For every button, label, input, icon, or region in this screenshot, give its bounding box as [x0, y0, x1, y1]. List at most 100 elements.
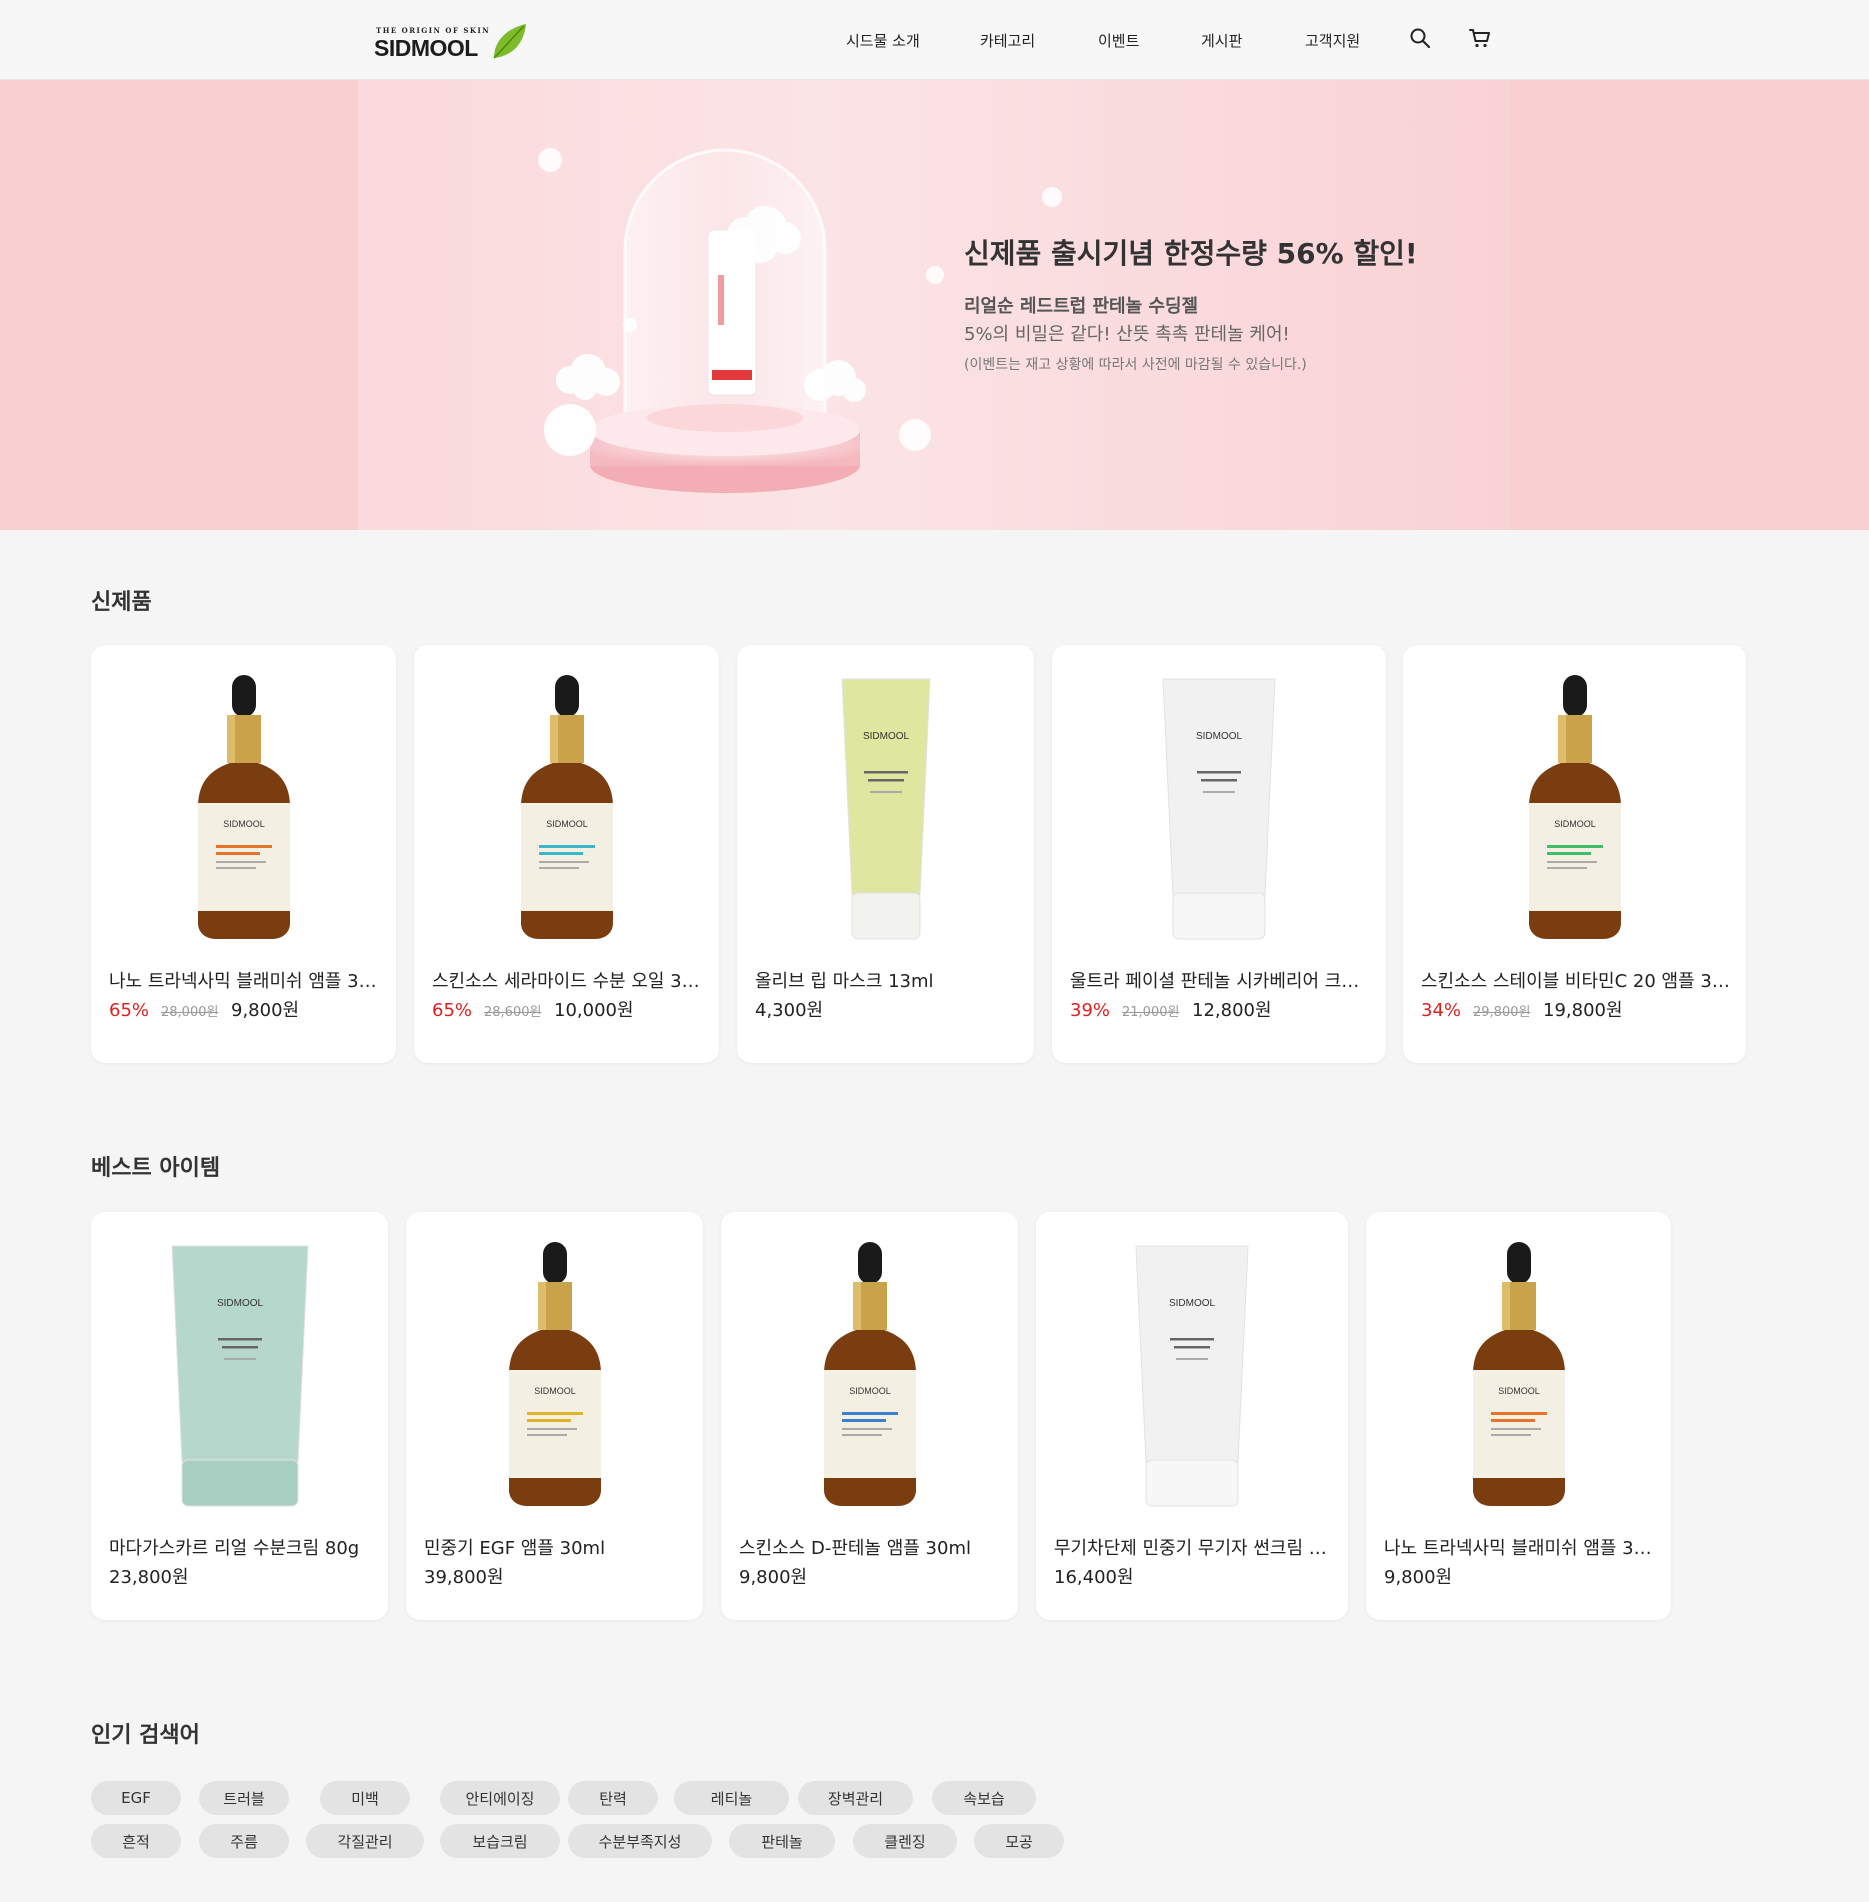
sale-price: 10,000원 — [554, 1000, 634, 1021]
price-row: 65% 28,600원 10,000원 — [432, 996, 634, 1022]
product-name[interactable]: 마다가스카르 리얼 수분크림 80g — [109, 1534, 374, 1560]
product-card[interactable]: SIDMOOL 울트라 페이셜 판테놀 시카베리어 크림 75ml 39% 21,00… — [1052, 645, 1386, 1063]
site-header: THE ORIGIN OF SKIN SIDMOOL 시드물 소개 카테고리 이… — [0, 0, 1869, 80]
discount-rate: 65% — [432, 1000, 473, 1021]
product-name[interactable]: 스킨소스 스테이블 비타민C 20 앰플 30ml — [1421, 967, 1732, 993]
svg-text:SIDMOOL: SIDMOOL — [534, 1386, 576, 1396]
svg-text:SIDMOOL: SIDMOOL — [1169, 1298, 1216, 1309]
product-name[interactable]: 무기차단제 민중기 무기자 썬크림 80g — [1054, 1534, 1334, 1560]
brand-tagline: THE ORIGIN OF SKIN — [376, 26, 491, 35]
original-price: 28,600원 — [484, 1005, 542, 1020]
price-row: 4,300원 — [755, 996, 823, 1022]
price-row: 65% 28,000원 9,800원 — [109, 996, 299, 1022]
keyword-tag[interactable]: 레티놀 — [674, 1781, 789, 1815]
price-row: 16,400원 — [1054, 1563, 1134, 1589]
keyword-tag[interactable]: 모공 — [974, 1824, 1064, 1858]
product-name[interactable]: 올리브 립 마스크 13ml — [755, 967, 1020, 993]
nav-event[interactable]: 이벤트 — [1098, 30, 1139, 51]
sale-price: 16,400원 — [1054, 1567, 1134, 1588]
product-image[interactable]: SIDMOOL — [414, 675, 719, 940]
nav-support[interactable]: 고객지원 — [1305, 30, 1360, 51]
discount-rate: 65% — [109, 1000, 150, 1021]
svg-text:SIDMOOL: SIDMOOL — [546, 819, 588, 829]
promo-banner[interactable]: 신제품 출시기념 한정수량 56% 할인! 리얼순 레드트럽 판테놀 수딩젤 5… — [0, 80, 1869, 530]
nav-about[interactable]: 시드물 소개 — [846, 30, 920, 51]
original-price: 29,800원 — [1473, 1005, 1531, 1020]
product-name[interactable]: 울트라 페이셜 판테놀 시카베리어 크림 75ml — [1070, 967, 1372, 993]
product-name[interactable]: 나노 트라넥사믹 블래미쉬 앰플 30ml — [109, 967, 382, 993]
keyword-tag[interactable]: 트러블 — [199, 1781, 289, 1815]
nav-category[interactable]: 카테고리 — [980, 30, 1035, 51]
product-card[interactable]: SIDMOOL 마다가스카르 리얼 수분크림 80g 23,800원 — [91, 1212, 388, 1620]
brand-name: SIDMOOL — [374, 35, 478, 61]
product-name[interactable]: 민중기 EGF 앰플 30ml — [424, 1534, 689, 1560]
product-image[interactable]: SIDMOOL — [91, 1242, 388, 1507]
keyword-tag[interactable]: 장벽관리 — [798, 1781, 913, 1815]
svg-text:SIDMOOL: SIDMOOL — [223, 819, 265, 829]
product-image[interactable]: SIDMOOL — [1036, 1242, 1348, 1507]
sale-price: 9,800원 — [231, 1000, 300, 1021]
svg-text:SIDMOOL: SIDMOOL — [849, 1386, 891, 1396]
banner-note: (이벤트는 재고 상황에 따라서 사전에 마감될 수 있습니다.) — [964, 357, 1307, 373]
product-image[interactable]: SIDMOOL — [1366, 1242, 1671, 1507]
product-card[interactable]: SIDMOOL 스킨소스 세라마이드 수분 오일 30ml 65% 28,600원 10… — [414, 645, 719, 1063]
product-name[interactable]: 나노 트라넥사믹 블래미쉬 앰플 30ml — [1384, 1534, 1657, 1560]
section-title-popular: 인기 검색어 — [91, 1723, 200, 1748]
keyword-tag[interactable]: 흔적 — [91, 1824, 181, 1858]
product-card[interactable]: SIDMOOL 민중기 EGF 앰플 30ml 39,800원 — [406, 1212, 703, 1620]
keyword-tag[interactable]: 판테놀 — [729, 1824, 835, 1858]
svg-text:SIDMOOL: SIDMOOL — [216, 1298, 263, 1309]
banner-description: 5%의 비밀은 같다! 산뜻 촉촉 판테놀 케어! — [964, 324, 1290, 345]
section-title-best: 베스트 아이템 — [91, 1156, 221, 1181]
price-row: 39% 21,000원 12,800원 — [1070, 996, 1272, 1022]
product-card[interactable]: SIDMOOL 스킨소스 스테이블 비타민C 20 앰플 30ml 34% 29,80… — [1403, 645, 1746, 1063]
banner-title: 신제품 출시기념 한정수량 56% 할인! — [964, 237, 1418, 270]
sale-price: 9,800원 — [1384, 1567, 1453, 1588]
sale-price: 39,800원 — [424, 1567, 504, 1588]
price-row: 39,800원 — [424, 1563, 504, 1589]
keyword-tag[interactable]: 속보습 — [932, 1781, 1036, 1815]
product-image[interactable]: SIDMOOL — [1052, 675, 1386, 940]
product-card[interactable]: SIDMOOL 올리브 립 마스크 13ml 4,300원 — [737, 645, 1034, 1063]
keyword-tag[interactable]: 클렌징 — [853, 1824, 957, 1858]
product-card[interactable]: SIDMOOL 나노 트라넥사믹 블래미쉬 앰플 30ml 65% 28,000원 9,… — [91, 645, 396, 1063]
product-image[interactable]: SIDMOOL — [721, 1242, 1018, 1507]
keyword-tag[interactable]: 주름 — [199, 1824, 289, 1858]
product-card[interactable]: SIDMOOL 무기차단제 민중기 무기자 썬크림 80g 16,400원 — [1036, 1212, 1348, 1620]
product-image[interactable]: SIDMOOL — [737, 675, 1034, 940]
product-card[interactable]: SIDMOOL 스킨소스 D-판테놀 앰플 30ml 9,800원 — [721, 1212, 1018, 1620]
discount-rate: 39% — [1070, 1000, 1111, 1021]
cart-icon[interactable] — [1468, 26, 1492, 50]
sale-price: 12,800원 — [1192, 1000, 1272, 1021]
leaf-icon — [493, 24, 526, 59]
product-name[interactable]: 스킨소스 세라마이드 수분 오일 30ml — [432, 967, 705, 993]
banner-product-visual — [538, 148, 944, 493]
brand-logo[interactable]: THE ORIGIN OF SKIN SIDMOOL — [374, 22, 526, 62]
keyword-tag[interactable]: 탄력 — [568, 1781, 658, 1815]
sale-price: 4,300원 — [755, 1000, 824, 1021]
product-image[interactable]: SIDMOOL — [406, 1242, 703, 1507]
svg-text:SIDMOOL: SIDMOOL — [862, 731, 909, 742]
keyword-tag[interactable]: 미백 — [320, 1781, 410, 1815]
original-price: 28,000원 — [161, 1005, 219, 1020]
price-row: 23,800원 — [109, 1563, 189, 1589]
keyword-tag[interactable]: 수분부족지성 — [568, 1824, 712, 1858]
product-card[interactable]: SIDMOOL 나노 트라넥사믹 블래미쉬 앰플 30ml 9,800원 — [1366, 1212, 1671, 1620]
sale-price: 23,800원 — [109, 1567, 189, 1588]
original-price: 21,000원 — [1122, 1005, 1180, 1020]
sale-price: 9,800원 — [739, 1567, 808, 1588]
keyword-tag[interactable]: 보습크림 — [440, 1824, 560, 1858]
svg-text:SIDMOOL: SIDMOOL — [1498, 1386, 1540, 1396]
nav-board[interactable]: 게시판 — [1201, 30, 1242, 51]
keyword-tag[interactable]: 안티에이징 — [440, 1781, 560, 1815]
discount-rate: 34% — [1421, 1000, 1462, 1021]
product-image[interactable]: SIDMOOL — [1403, 675, 1746, 940]
keyword-tag[interactable]: 각질관리 — [306, 1824, 424, 1858]
price-row: 9,800원 — [1384, 1563, 1452, 1589]
sale-price: 19,800원 — [1543, 1000, 1623, 1021]
keyword-tag[interactable]: EGF — [91, 1781, 181, 1815]
section-title-new: 신제품 — [91, 590, 152, 615]
search-icon[interactable] — [1408, 26, 1432, 50]
product-image[interactable]: SIDMOOL — [91, 675, 396, 940]
product-name[interactable]: 스킨소스 D-판테놀 앰플 30ml — [739, 1534, 1004, 1560]
